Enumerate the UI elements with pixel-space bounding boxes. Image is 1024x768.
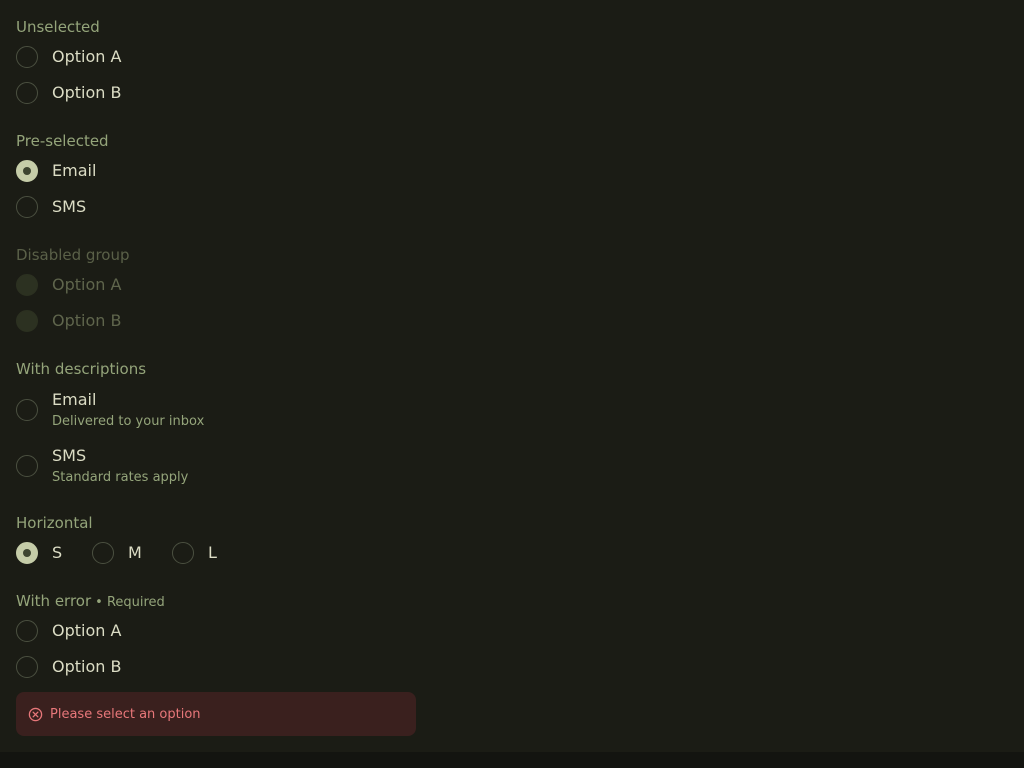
radio-dot bbox=[23, 167, 31, 175]
error-message-box: Please select an option bbox=[16, 692, 416, 736]
radio-disabled-option-b: Option B bbox=[16, 310, 121, 332]
radio-showcase-panel: Unselected Option A Option B Pre-selecte… bbox=[0, 0, 1024, 752]
radio-description-sms[interactable]: SMS Standard rates apply bbox=[16, 446, 188, 486]
radio-label: Option B bbox=[52, 657, 122, 676]
radio-circle-disabled bbox=[16, 310, 38, 332]
group-label-horizontal: Horizontal bbox=[16, 514, 93, 532]
radio-disabled-option-a: Option A bbox=[16, 274, 121, 296]
radio-description: Standard rates apply bbox=[52, 470, 189, 485]
radio-unselected-option-a[interactable]: Option A bbox=[16, 46, 121, 68]
required-indicator: • Required bbox=[95, 595, 165, 610]
group-label-text: With error bbox=[16, 592, 92, 610]
radio-horizontal-l[interactable]: L bbox=[172, 542, 217, 564]
radio-dot bbox=[23, 549, 31, 557]
radio-circle[interactable] bbox=[16, 46, 38, 68]
radio-description-email[interactable]: Email Delivered to your inbox bbox=[16, 390, 204, 430]
radio-label: S bbox=[52, 543, 63, 562]
radio-circle-checked[interactable] bbox=[16, 160, 38, 182]
radio-label: Option A bbox=[52, 621, 122, 640]
radio-circle[interactable] bbox=[16, 82, 38, 104]
radio-label: SMS bbox=[52, 446, 87, 465]
radio-circle[interactable] bbox=[16, 656, 38, 678]
group-label-disabled: Disabled group bbox=[16, 246, 130, 264]
radio-horizontal-s[interactable]: S bbox=[16, 542, 62, 564]
radio-unselected-option-b[interactable]: Option B bbox=[16, 82, 121, 104]
radio-label: Email bbox=[52, 161, 97, 180]
radio-error-option-a[interactable]: Option A bbox=[16, 620, 121, 642]
radio-horizontal-m[interactable]: M bbox=[92, 542, 142, 564]
radio-label: Option A bbox=[52, 47, 122, 66]
radio-label: M bbox=[128, 543, 142, 562]
radio-circle[interactable] bbox=[16, 399, 38, 421]
radio-circle-disabled bbox=[16, 274, 38, 296]
radio-circle[interactable] bbox=[92, 542, 114, 564]
error-circle-x-icon bbox=[28, 707, 43, 722]
radio-label: Option B bbox=[52, 83, 122, 102]
radio-description: Delivered to your inbox bbox=[52, 414, 205, 429]
radio-label: Option B bbox=[52, 311, 122, 330]
radio-preselected-sms[interactable]: SMS bbox=[16, 196, 86, 218]
group-label-unselected: Unselected bbox=[16, 18, 100, 36]
radio-circle[interactable] bbox=[16, 620, 38, 642]
radio-circle[interactable] bbox=[16, 196, 38, 218]
radio-circle[interactable] bbox=[16, 455, 38, 477]
radio-label: SMS bbox=[52, 197, 87, 216]
radio-label-block: SMS Standard rates apply bbox=[52, 446, 188, 486]
radio-label: Option A bbox=[52, 275, 122, 294]
group-label-preselected: Pre-selected bbox=[16, 132, 109, 150]
radio-circle-checked[interactable] bbox=[16, 542, 38, 564]
error-message: Please select an option bbox=[50, 706, 201, 722]
radio-label: L bbox=[208, 543, 217, 562]
group-label-descriptions: With descriptions bbox=[16, 360, 147, 378]
radio-label: Email bbox=[52, 390, 97, 409]
radio-label-block: Email Delivered to your inbox bbox=[52, 390, 204, 430]
radio-preselected-email[interactable]: Email bbox=[16, 160, 96, 182]
radio-error-option-b[interactable]: Option B bbox=[16, 656, 121, 678]
group-label-error: With error • Required bbox=[16, 592, 165, 612]
radio-circle[interactable] bbox=[172, 542, 194, 564]
